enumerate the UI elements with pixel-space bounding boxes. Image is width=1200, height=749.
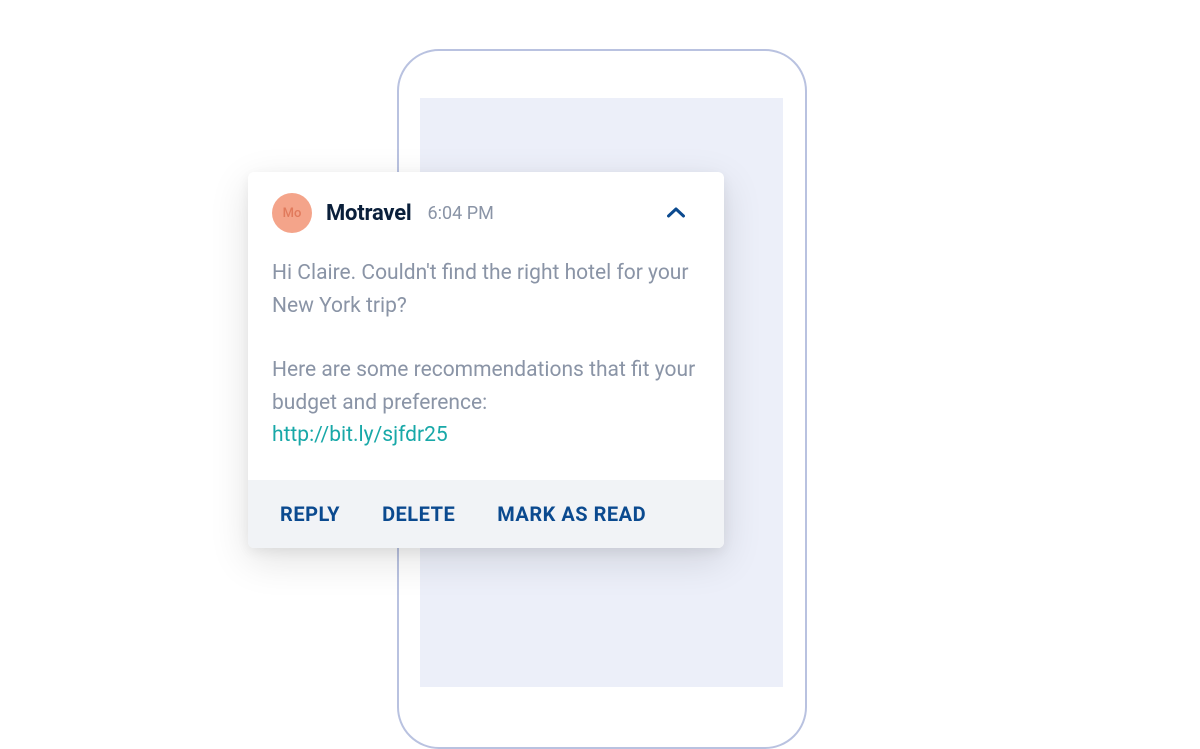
mark-as-read-button[interactable]: MARK AS READ — [497, 502, 646, 526]
notification-card: Mo Motravel 6:04 PM Hi Claire. Couldn't … — [248, 172, 724, 548]
delete-button[interactable]: DELETE — [382, 502, 455, 526]
notification-body: Hi Claire. Couldn't find the right hotel… — [248, 233, 724, 480]
notification-actions: REPLY DELETE MARK AS READ — [248, 480, 724, 548]
collapse-button[interactable] — [662, 199, 690, 227]
recommendations-link[interactable]: http://bit.ly/sjfdr25 — [272, 423, 448, 447]
reply-button[interactable]: REPLY — [280, 502, 340, 526]
chevron-up-icon — [667, 207, 685, 219]
avatar-initials: Mo — [283, 206, 302, 221]
body-paragraph-1: Hi Claire. Couldn't find the right hotel… — [272, 257, 700, 322]
avatar: Mo — [272, 193, 312, 233]
notification-header: Mo Motravel 6:04 PM — [248, 172, 724, 233]
timestamp: 6:04 PM — [428, 203, 494, 224]
sender-name: Motravel — [326, 201, 412, 226]
body-paragraph-2: Here are some recommendations that fit y… — [272, 354, 700, 419]
